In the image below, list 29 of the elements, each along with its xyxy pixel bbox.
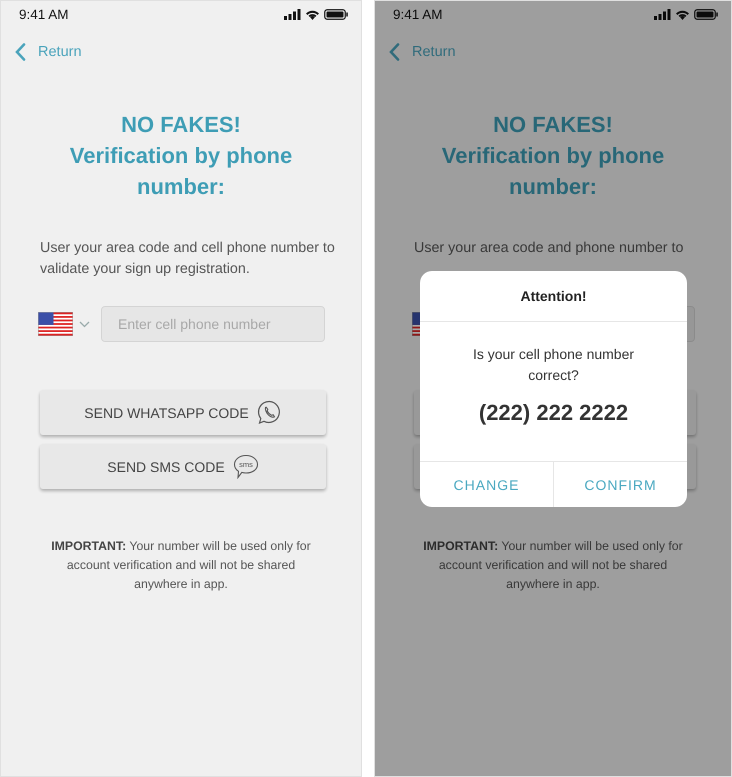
heading: NO FAKES! — [492, 111, 614, 139]
signal-icon — [284, 8, 301, 20]
dialog-title: Attention! — [520, 288, 587, 304]
back-chevron-icon — [15, 43, 26, 61]
change-button[interactable]: CHANGE — [420, 462, 553, 507]
battery-icon — [694, 8, 718, 20]
instruction-text: User your area code and phone number to — [414, 239, 684, 258]
instruction-text: User your area code and cell phone number to validate your sign up registration. — [40, 239, 336, 279]
whatsapp-code-button[interactable]: SEND WHATSAPP CODE — [40, 390, 326, 435]
important-notice: IMPORTANT: Your number will be used only for account verification and will not be shared anywhere in app. — [422, 538, 684, 593]
status-time: 9:41 AM — [393, 6, 443, 22]
wifi-icon — [675, 8, 690, 20]
heading: Verification by phone number: — [440, 142, 666, 201]
return-button[interactable]: Return — [15, 43, 82, 61]
flag-icon[interactable] — [38, 312, 73, 336]
return-button[interactable]: Return — [389, 43, 456, 61]
signal-icon — [654, 8, 671, 20]
phone-chat-bubble-icon — [256, 400, 282, 425]
phone-number-field[interactable]: Enter cell phone number — [101, 306, 325, 342]
heading: Verification by phone number: — [68, 142, 294, 201]
heading: NO FAKES! — [120, 111, 242, 139]
status-time: 9:41 AM — [19, 6, 69, 22]
phone-number: (222) 222 2222 — [478, 400, 628, 426]
battery-icon — [324, 8, 348, 20]
wifi-icon — [305, 8, 320, 20]
back-chevron-icon — [389, 43, 400, 61]
confirm-button[interactable]: CONFIRM — [553, 462, 687, 507]
important-notice: IMPORTANT: Your number will be used only for account verification and will not be shared anywhere in app. — [50, 538, 312, 593]
dialog-message: Is your cell phone number correct? — [472, 345, 636, 385]
